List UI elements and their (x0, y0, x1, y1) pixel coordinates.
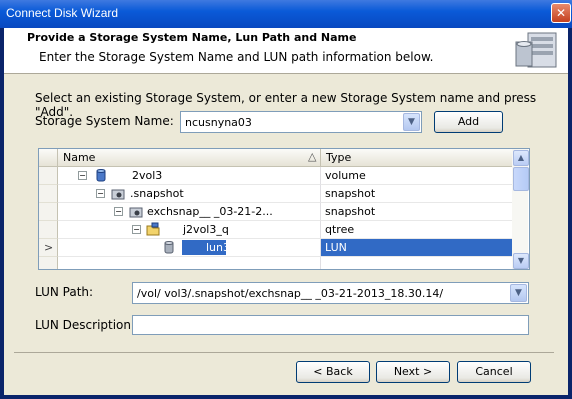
row-header-column (39, 149, 58, 167)
storage-system-label: Storage System Name: (35, 114, 174, 128)
tree-cell-type[interactable] (321, 257, 512, 269)
type-value: qtree (325, 223, 355, 236)
tree-node-label: .snapshot (130, 187, 184, 200)
collapse-icon[interactable]: − (132, 225, 141, 234)
tree-cell-name[interactable]: − 2vol3 (58, 167, 321, 185)
type-value: volume (325, 169, 366, 182)
column-header-name[interactable]: Name △ (58, 149, 321, 167)
current-row-icon: > (44, 241, 54, 254)
scroll-up-icon[interactable]: ▲ (513, 150, 529, 166)
back-button-label: < Back (313, 365, 353, 378)
lun-icon (164, 241, 174, 254)
tree-node-label: exchsnap__ _03-21-2... (147, 205, 273, 218)
tree-cell-type[interactable]: snapshot (321, 185, 512, 203)
page-subtitle: Enter the Storage System Name and LUN pa… (39, 50, 434, 64)
column-type-label: Type (326, 151, 352, 164)
storage-system-combo[interactable]: ncusnyna03 ▼ (180, 111, 422, 133)
add-button-label: Add (457, 115, 480, 128)
tree-node-label: lun3 (206, 241, 230, 254)
tree-row[interactable]: − exchsnap__ _03-21-2... snapshot (39, 203, 512, 221)
tree-row[interactable] (39, 257, 512, 269)
cancel-button-label: Cancel (475, 365, 513, 378)
collapse-icon[interactable]: − (114, 207, 123, 216)
row-header[interactable] (39, 203, 58, 221)
lun-path-value: /vol/ vol3/.snapshot/exchsnap__ _03-21-2… (137, 287, 444, 300)
sort-ascending-icon: △ (308, 150, 317, 163)
vertical-scrollbar[interactable]: ▲ ▼ (512, 149, 529, 269)
collapse-icon[interactable]: − (78, 171, 87, 180)
tree-cell-name[interactable]: − exchsnap__ _03-21-2... (58, 203, 321, 221)
page-title: Provide a Storage System Name, Lun Path … (27, 31, 357, 44)
tree-row[interactable]: − j2vol3_q qtree (39, 221, 512, 239)
tree-row-selected[interactable]: > lun3 LUN (39, 239, 512, 257)
snapshot-folder-icon (111, 189, 125, 200)
tree-cell-type[interactable]: snapshot (321, 203, 512, 221)
row-header[interactable] (39, 221, 58, 239)
row-header[interactable] (39, 185, 58, 203)
storage-server-icon (515, 32, 557, 68)
next-button-label: Next > (393, 365, 433, 378)
snapshot-folder-icon (129, 207, 143, 218)
row-header[interactable] (39, 167, 58, 185)
wizard-window: Connect Disk Wizard ✕ Provide a Storage … (0, 0, 572, 399)
wizard-header: Provide a Storage System Name, Lun Path … (4, 28, 568, 74)
row-header[interactable] (39, 257, 58, 269)
volume-icon (96, 169, 106, 182)
footer-separator (14, 352, 554, 353)
close-button[interactable]: ✕ (551, 3, 571, 23)
type-value: snapshot (325, 187, 376, 200)
lun-path-label: LUN Path: (35, 285, 94, 299)
window-title: Connect Disk Wizard (6, 6, 119, 20)
scroll-down-icon[interactable]: ▼ (513, 253, 529, 269)
qtree-icon (146, 222, 160, 236)
lun-description-field[interactable] (132, 315, 529, 335)
tree-row[interactable]: − 2vol3 volume (39, 167, 512, 185)
tree-cell-name[interactable]: lun3 (58, 239, 321, 257)
tree-node-label: j2vol3_q (183, 223, 229, 236)
tree-cell-name[interactable]: − j2vol3_q (58, 221, 321, 239)
collapse-icon[interactable]: − (96, 189, 105, 198)
storage-system-value: ncusnyna03 (185, 116, 252, 129)
chevron-down-icon[interactable]: ▼ (510, 284, 527, 302)
close-icon: ✕ (555, 6, 567, 20)
add-button[interactable]: Add (434, 111, 503, 133)
tree-cell-name[interactable]: − .snapshot (58, 185, 321, 203)
storage-tree-grid[interactable]: Name △ Type − 2vol3 volume − .snapshot s… (38, 148, 530, 270)
tree-cell-name[interactable] (58, 257, 321, 269)
cancel-button[interactable]: Cancel (457, 361, 531, 383)
column-name-label: Name (63, 151, 96, 164)
title-bar[interactable]: Connect Disk Wizard ✕ (0, 0, 572, 28)
chevron-down-icon[interactable]: ▼ (403, 113, 420, 131)
tree-cell-type[interactable]: qtree (321, 221, 512, 239)
column-header-type[interactable]: Type (321, 149, 513, 167)
lun-description-label: LUN Description: (35, 318, 136, 332)
type-value: snapshot (325, 205, 376, 218)
next-button[interactable]: Next > (376, 361, 450, 383)
back-button[interactable]: < Back (296, 361, 370, 383)
tree-cell-type[interactable]: volume (321, 167, 512, 185)
type-value: LUN (325, 241, 347, 254)
tree-node-label: 2vol3 (132, 169, 163, 182)
lun-path-combo[interactable]: /vol/ vol3/.snapshot/exchsnap__ _03-21-2… (132, 282, 529, 304)
tree-cell-type[interactable]: LUN (321, 239, 512, 257)
row-header[interactable]: > (39, 239, 58, 257)
scroll-thumb[interactable] (513, 167, 529, 191)
tree-row[interactable]: − .snapshot snapshot (39, 185, 512, 203)
